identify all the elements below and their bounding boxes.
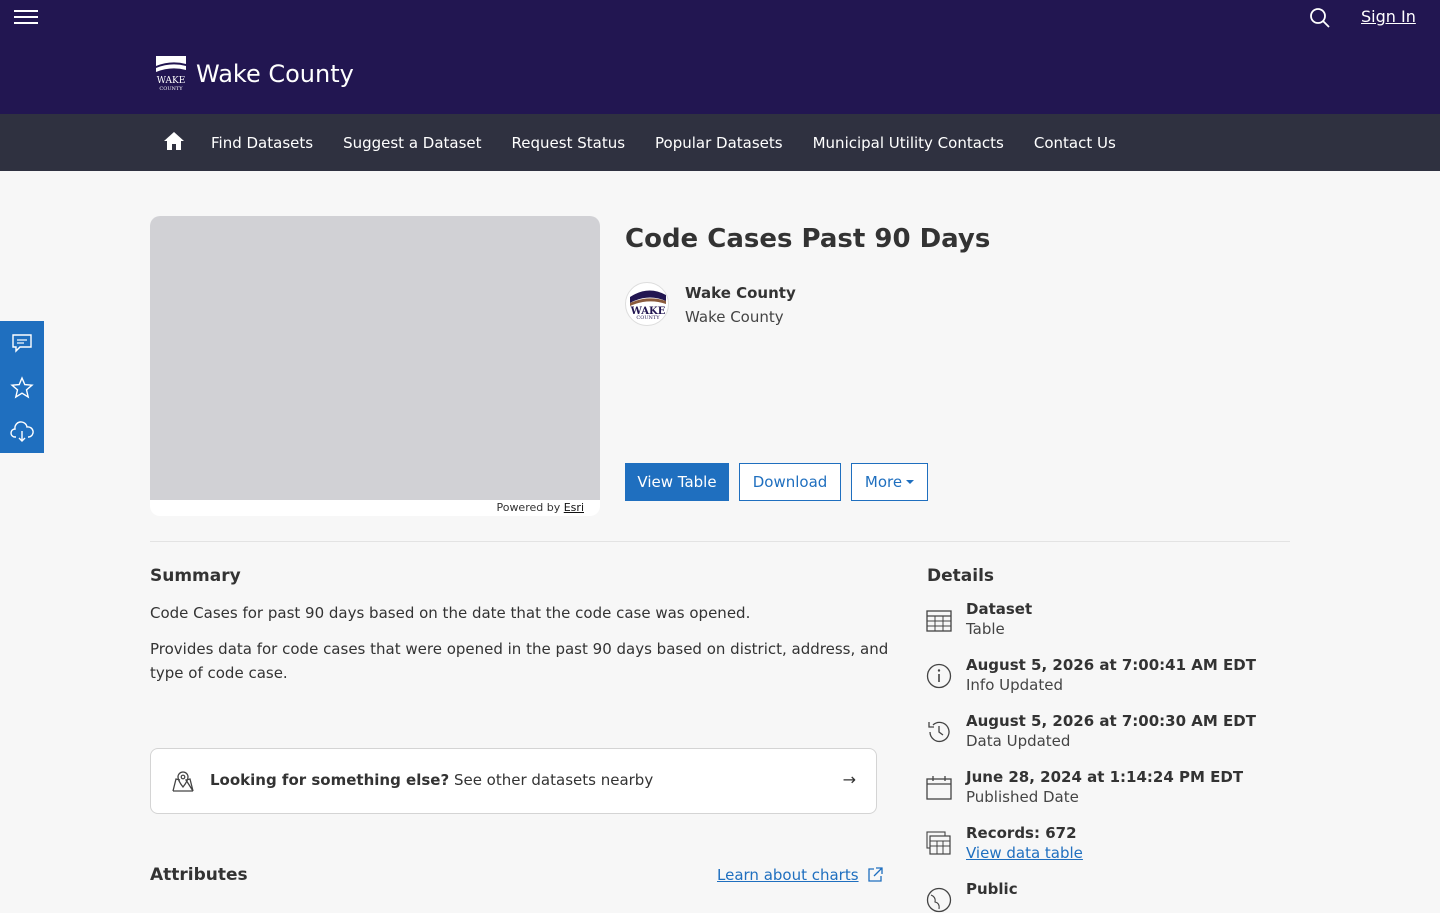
more-button[interactable]: More (851, 463, 928, 501)
map-preview[interactable]: Powered by Esri (150, 216, 600, 516)
nearby-text: Looking for something else? See other da… (210, 771, 653, 789)
org-logo-icon: WAKE COUNTY (630, 290, 666, 321)
records-table-icon (926, 831, 951, 855)
nav-item-popular-datasets[interactable]: Popular Datasets (655, 134, 783, 152)
map-pin-icon (172, 771, 194, 792)
nav-item-suggest-dataset[interactable]: Suggest a Dataset (343, 134, 481, 152)
summary-text-1: Code Cases for past 90 days based on the… (150, 604, 751, 622)
powered-by-text: Powered by (496, 501, 561, 514)
org-name[interactable]: Wake County (685, 284, 796, 302)
detail-data-updated-sub: Data Updated (966, 732, 1071, 750)
section-divider (150, 541, 1290, 542)
detail-data-updated: August 5, 2026 at 7:00:30 AM EDT (966, 712, 1256, 730)
detail-type: Dataset (966, 600, 1033, 618)
calendar-icon (926, 776, 952, 800)
learn-about-charts-text: Learn about charts (717, 866, 859, 884)
caret-down-icon (906, 480, 915, 484)
nav-items: Find Datasets Suggest a Dataset Request … (211, 114, 1146, 171)
nearby-rest: See other datasets nearby (449, 771, 654, 789)
org-avatar[interactable]: WAKE COUNTY (625, 282, 669, 326)
summary-heading: Summary (150, 566, 241, 586)
star-icon[interactable] (10, 376, 34, 400)
site-header: Sign In WAKE COUNTY Wake County (0, 0, 1440, 114)
svg-text:COUNTY: COUNTY (636, 315, 660, 321)
more-button-label: More (864, 473, 903, 491)
info-icon (926, 663, 952, 689)
globe-icon (926, 887, 952, 913)
attributes-heading: Attributes (150, 865, 248, 885)
site-title: Wake County (196, 60, 354, 88)
details-heading: Details (927, 566, 995, 586)
download-button[interactable]: Download (739, 463, 841, 501)
page-title: Code Cases Past 90 Days (625, 224, 991, 254)
summary-text-2b: type of code case. (150, 664, 288, 682)
map-area[interactable] (150, 216, 600, 500)
nearby-datasets-card[interactable]: Looking for something else? See other da… (150, 748, 877, 814)
arrow-right-icon: → (842, 770, 856, 789)
learn-about-charts-link[interactable]: Learn about charts (717, 866, 883, 884)
history-icon (928, 721, 950, 743)
side-toolbar (0, 321, 44, 453)
esri-link[interactable]: Esri (564, 501, 584, 514)
detail-access: Public (966, 880, 1018, 898)
main-nav: Find Datasets Suggest a Dataset Request … (0, 114, 1440, 171)
detail-published-date-sub: Published Date (966, 788, 1079, 806)
sign-in-link[interactable]: Sign In (1361, 7, 1416, 26)
table-icon (926, 610, 952, 632)
summary-text-2a: Provides data for code cases that were o… (150, 640, 889, 658)
nav-item-find-datasets[interactable]: Find Datasets (211, 134, 313, 152)
external-link-icon (867, 867, 883, 882)
detail-info-updated: August 5, 2026 at 7:00:41 AM EDT (966, 656, 1256, 674)
powered-by: Powered by Esri (496, 501, 584, 514)
view-data-table-link[interactable]: View data table (966, 844, 1083, 862)
detail-records: Records: 672 (966, 824, 1077, 842)
svg-text:COUNTY: COUNTY (159, 86, 183, 92)
comment-icon[interactable] (10, 331, 34, 355)
nearby-bold: Looking for something else? (210, 771, 450, 789)
nav-item-municipal-utility-contacts[interactable]: Municipal Utility Contacts (813, 134, 1004, 152)
svg-text:WAKE: WAKE (157, 76, 186, 86)
detail-type-sub: Table (966, 620, 1005, 638)
view-table-button[interactable]: View Table (625, 463, 729, 501)
home-icon[interactable] (163, 131, 185, 151)
detail-published-date: June 28, 2024 at 1:14:24 PM EDT (966, 768, 1244, 786)
nav-item-contact-us[interactable]: Contact Us (1034, 134, 1116, 152)
site-brand[interactable]: WAKE COUNTY Wake County (154, 54, 354, 94)
wake-county-logo: WAKE COUNTY (156, 56, 186, 92)
detail-info-updated-sub: Info Updated (966, 676, 1064, 694)
nav-item-request-status[interactable]: Request Status (512, 134, 626, 152)
menu-icon[interactable] (14, 6, 38, 28)
search-icon[interactable] (1308, 6, 1332, 30)
cloud-download-icon[interactable] (10, 420, 34, 444)
org-subtitle: Wake County (685, 308, 784, 326)
